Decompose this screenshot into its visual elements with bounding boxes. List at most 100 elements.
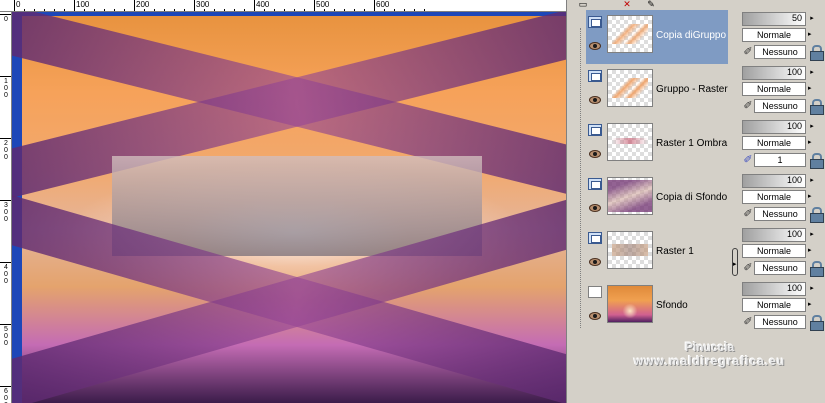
layer-properties-icon[interactable]: ✎ (644, 0, 658, 9)
opacity-arrow-icon[interactable]: ▸ (808, 122, 816, 132)
layer-group-icon[interactable] (588, 232, 602, 244)
ruler-vertical: 0 100 200 300 400 500 600 (0, 12, 12, 403)
opacity-value: 100 (786, 121, 802, 131)
layer-props-3: 100 ▸ Normale ▸ ✐ Nessuno (740, 172, 825, 226)
thumbnail-content (612, 244, 648, 256)
ruler-top-label: 200 (136, 0, 150, 9)
blend-mode-select[interactable]: Normale (742, 28, 806, 42)
blend-arrow-icon[interactable]: ▸ (808, 30, 812, 40)
layer-row-1[interactable]: Gruppo - Raster 2 (586, 64, 728, 118)
blend-arrow-icon[interactable]: ▸ (808, 84, 812, 94)
lock-icon[interactable] (810, 45, 824, 61)
mask-field[interactable]: Nessuno (754, 99, 806, 113)
layer-name: Sfondo (656, 300, 688, 311)
opacity-arrow-icon[interactable]: ▸ (808, 230, 816, 240)
layer-thumbnail (607, 177, 653, 215)
layer-name: Copia di Sfondo (656, 192, 728, 203)
mask-field[interactable]: Nessuno (754, 315, 806, 329)
layer-row-3[interactable]: Copia di Sfondo (586, 172, 728, 226)
lock-icon[interactable] (810, 207, 824, 223)
lock-icon[interactable] (810, 153, 824, 169)
visibility-eye-icon[interactable] (589, 312, 601, 320)
ruler-top-tick (194, 0, 195, 11)
ruler-top-tick (254, 0, 255, 11)
new-layer-icon[interactable]: ▭ (576, 0, 590, 9)
opacity-arrow-icon[interactable]: ▸ (808, 68, 816, 78)
layer-thumbnail (607, 123, 653, 161)
layer-name: Raster 1 (656, 246, 694, 257)
lock-icon[interactable] (810, 99, 824, 115)
image-canvas-frame[interactable] (12, 12, 566, 403)
brush-icon: ✐ (743, 262, 753, 274)
visibility-eye-icon[interactable] (589, 204, 601, 212)
visibility-eye-icon[interactable] (589, 150, 601, 158)
layer-properties-column: 50 ▸ Normale ▸ ✐ Nessuno 100 ▸ Normale ▸… (740, 10, 825, 340)
visibility-eye-icon[interactable] (589, 258, 601, 266)
ruler-top-tick (314, 0, 315, 11)
mask-field[interactable]: Nessuno (754, 207, 806, 221)
blend-arrow-icon[interactable]: ▸ (808, 246, 812, 256)
visibility-eye-icon[interactable] (589, 42, 601, 50)
ruler-top-label: 400 (256, 0, 270, 9)
brush-icon: ✐ (743, 100, 753, 112)
watermark-url: www.maldiregrafica.eu (633, 354, 786, 368)
opacity-arrow-icon[interactable]: ▸ (808, 14, 816, 24)
layer-group-icon[interactable] (588, 178, 602, 190)
ruler-top-tick (74, 0, 75, 11)
lock-icon[interactable] (810, 261, 824, 277)
blend-arrow-icon[interactable]: ▸ (808, 192, 812, 202)
blend-arrow-icon[interactable]: ▸ (808, 138, 812, 148)
blend-mode-select[interactable]: Normale (742, 298, 806, 312)
layer-group-icon[interactable] (588, 16, 602, 28)
ruler-top-tick (134, 0, 135, 11)
watermark: Pinuccia www.maldiregrafica.eu (572, 340, 825, 380)
layer-props-4: 100 ▸ Normale ▸ ✐ Nessuno (740, 226, 825, 280)
ruler-left-tick (0, 262, 11, 263)
thumbnail-content (612, 138, 648, 144)
brush-icon: ✐ (743, 154, 753, 166)
thumbnail-content (622, 304, 638, 318)
ruler-left-tick (0, 200, 11, 201)
brush-icon: ✐ (743, 208, 753, 220)
ruler-left-tick (0, 324, 11, 325)
ruler-left-label: 0 (4, 16, 8, 23)
delete-layer-icon[interactable]: ✕ (620, 0, 634, 9)
visibility-eye-icon[interactable] (589, 96, 601, 104)
layer-row-0[interactable]: Copia diGruppo - (586, 10, 728, 64)
layer-list: Copia diGruppo - Gruppo - Raster 2 Raste… (572, 10, 738, 340)
layers-toolbar: ▭ ✕ ✎ (572, 0, 737, 10)
brush-icon: ✐ (743, 46, 753, 58)
ruler-top-label: 500 (316, 0, 330, 9)
layer-row-2[interactable]: Raster 1 Ombra 1 (586, 118, 728, 172)
scroll-right-arrow-icon[interactable]: ▸ (733, 261, 737, 268)
image-canvas[interactable] (12, 12, 566, 403)
mask-field[interactable]: Nessuno (754, 261, 806, 275)
opacity-arrow-icon[interactable]: ▸ (808, 176, 816, 186)
mask-field[interactable]: Nessuno (754, 45, 806, 59)
ruler-top-label: 0 (16, 0, 21, 9)
blend-mode-select[interactable]: Normale (742, 82, 806, 96)
blend-mode-select[interactable]: Normale (742, 136, 806, 150)
layer-thumbnail (607, 69, 653, 107)
opacity-value: 100 (786, 67, 802, 77)
layer-row-5[interactable]: Sfondo (586, 280, 728, 334)
blend-mode-select[interactable]: Normale (742, 244, 806, 258)
lock-icon[interactable] (810, 315, 824, 331)
ruler-left-label: 400 (4, 264, 8, 285)
layer-group-icon[interactable] (588, 70, 602, 82)
opacity-value: 100 (786, 229, 802, 239)
layer-raster-icon[interactable] (588, 286, 602, 298)
ruler-top-tick (374, 0, 375, 11)
brush-icon: ✐ (743, 316, 753, 328)
layer-name: Copia diGruppo - (656, 30, 728, 41)
layer-props-5: 100 ▸ Normale ▸ ✐ Nessuno (740, 280, 825, 334)
opacity-arrow-icon[interactable]: ▸ (808, 284, 816, 294)
ruler-left-tick (0, 76, 11, 77)
layer-row-4[interactable]: Raster 1 (586, 226, 728, 280)
layer-group-icon[interactable] (588, 124, 602, 136)
opacity-value: 50 (791, 13, 802, 23)
ruler-top-tick (14, 0, 15, 11)
mask-field[interactable]: 1 (754, 153, 806, 167)
blend-arrow-icon[interactable]: ▸ (808, 300, 812, 310)
blend-mode-select[interactable]: Normale (742, 190, 806, 204)
